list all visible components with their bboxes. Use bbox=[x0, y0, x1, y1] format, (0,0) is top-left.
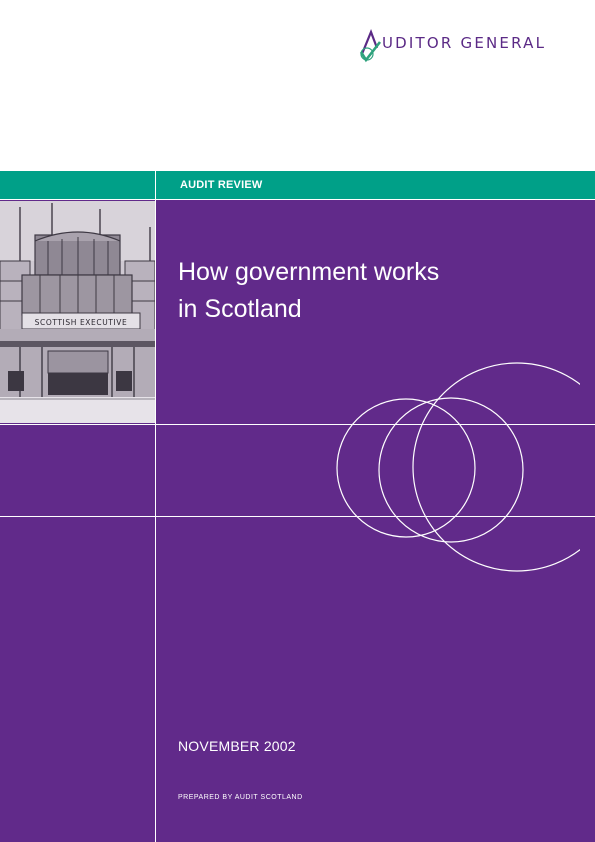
prepared-by-text: PREPARED BY AUDIT SCOTLAND bbox=[178, 794, 303, 801]
auditor-general-logo: UDITOR GENERAL bbox=[358, 28, 578, 68]
page-title: How government works in Scotland bbox=[178, 254, 578, 328]
logo-text: UDITOR GENERAL bbox=[382, 34, 547, 52]
title-line-2: in Scotland bbox=[178, 295, 302, 323]
building-sign-text: SCOTTISH EXECUTIVE bbox=[35, 318, 128, 327]
overlapping-circles-graphic bbox=[336, 362, 580, 572]
checkmark-a-logo-icon bbox=[359, 28, 382, 63]
title-line-1: How government works bbox=[178, 258, 440, 286]
divider-line bbox=[0, 199, 595, 200]
publication-date: NOVEMBER 2002 bbox=[178, 738, 296, 754]
section-label: AUDIT REVIEW bbox=[180, 179, 263, 191]
building-illustration: SCOTTISH EXECUTIVE bbox=[0, 201, 156, 423]
vertical-divider-line bbox=[155, 171, 156, 842]
circle-left bbox=[336, 398, 476, 538]
section-band bbox=[0, 171, 595, 199]
circle-right bbox=[412, 362, 580, 572]
